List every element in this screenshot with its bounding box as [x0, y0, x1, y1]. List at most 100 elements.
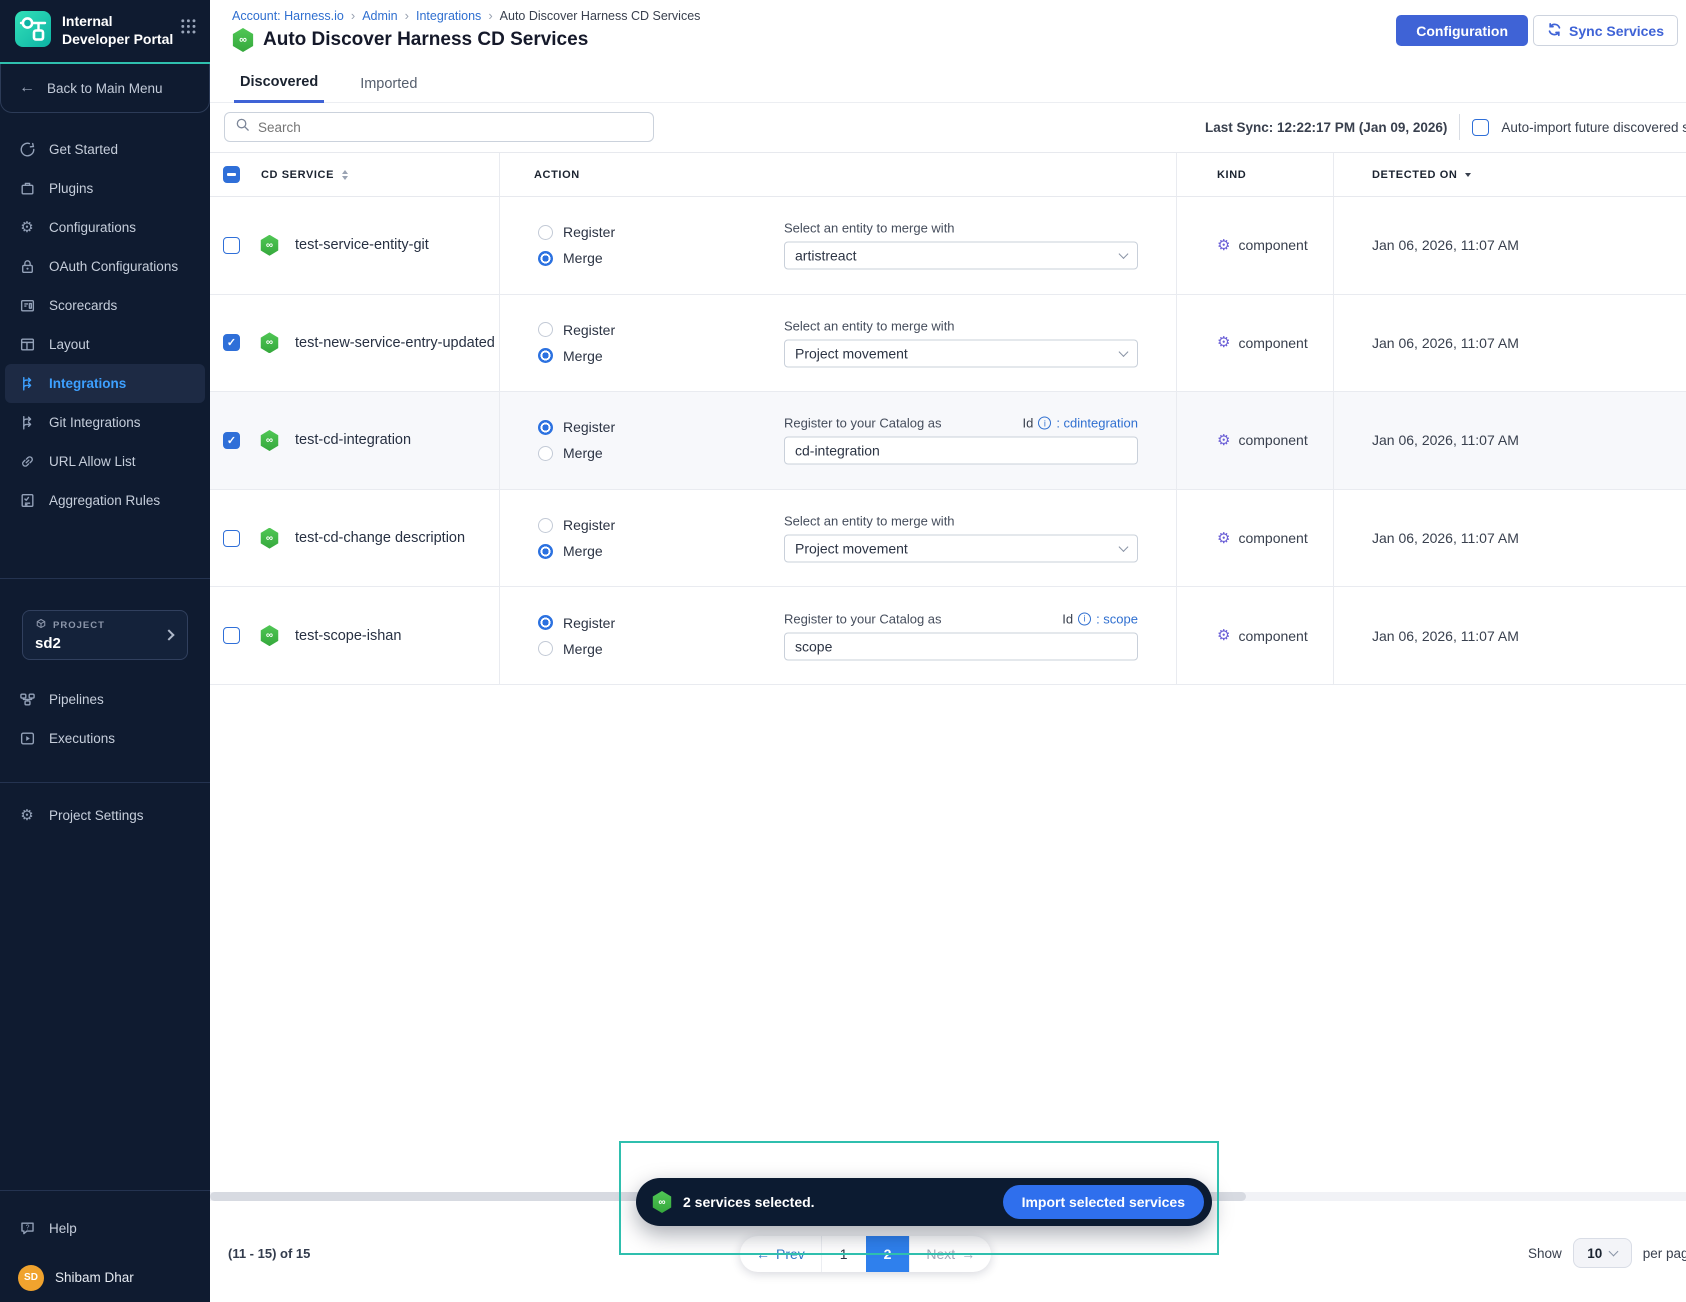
layout-icon — [18, 336, 36, 353]
configuration-button[interactable]: Configuration — [1396, 15, 1528, 46]
sidebar-item-integrations[interactable]: Integrations — [5, 364, 205, 403]
service-name: test-cd-integration — [295, 432, 411, 448]
merge-with-label: Select an entity to merge with — [784, 514, 1138, 529]
merge-radio[interactable] — [538, 641, 553, 656]
merge-radio-option[interactable]: Merge — [538, 440, 753, 466]
sort-icon[interactable] — [342, 170, 348, 180]
register-radio-option[interactable]: Register — [538, 512, 753, 538]
sidebar-item-pipelines[interactable]: Pipelines — [5, 680, 205, 719]
merge-entity-select[interactable]: artistreact — [784, 242, 1138, 270]
select-all-checkbox[interactable] — [223, 166, 240, 183]
sort-desc-icon[interactable] — [1465, 173, 1471, 177]
sidebar: Internal Developer Portal ← Back to Main… — [0, 0, 210, 1302]
merge-entity-select[interactable]: Project movement — [784, 535, 1138, 563]
project-label: PROJECT — [53, 620, 105, 631]
back-to-main-menu-button[interactable]: ← Back to Main Menu — [1, 64, 209, 112]
sidebar-item-oauth-configurations[interactable]: OAuth Configurations — [5, 247, 205, 286]
service-name: test-cd-change description — [295, 530, 465, 546]
merge-radio-option[interactable]: Merge — [538, 538, 753, 564]
breadcrumb-integrations-link[interactable]: Integrations — [416, 9, 481, 23]
page-size-select[interactable]: 10 — [1573, 1238, 1632, 1268]
col-cd-service[interactable]: CD SERVICE — [261, 169, 334, 181]
component-kind-icon: ⚙ — [1217, 628, 1230, 643]
tab-discovered[interactable]: Discovered — [234, 74, 324, 103]
breadcrumb-admin-link[interactable]: Admin — [362, 9, 397, 23]
row-checkbox[interactable] — [223, 530, 240, 547]
detected-on-value: Jan 06, 2026, 11:07 AM — [1333, 197, 1686, 294]
breadcrumb-account-link[interactable]: Account: Harness.io — [232, 9, 344, 23]
discovered-services-table: CD SERVICE ACTION KIND DETECTED ON ∞ tes… — [210, 152, 1686, 685]
row-checkbox[interactable]: ✓ — [223, 432, 240, 449]
svg-text:?: ? — [25, 1224, 29, 1231]
sidebar-item-git-integrations[interactable]: Git Integrations — [5, 403, 205, 442]
register-radio[interactable] — [538, 225, 553, 240]
sidebar-item-aggregation-rules[interactable]: Aggregation Rules — [5, 481, 205, 520]
sidebar-item-executions[interactable]: Executions — [5, 719, 205, 758]
register-radio-option[interactable]: Register — [538, 414, 753, 440]
page-1-button[interactable]: 1 — [821, 1236, 866, 1272]
row-checkbox[interactable] — [223, 627, 240, 644]
merge-radio-option[interactable]: Merge — [538, 636, 753, 662]
catalog-name-input[interactable]: cd-integration — [784, 437, 1138, 465]
kind-value: component — [1238, 335, 1307, 351]
user-menu[interactable]: SD Shibam Dhar — [5, 1258, 205, 1297]
last-sync-text: Last Sync: 12:22:17 PM (Jan 09, 2026) — [1205, 120, 1447, 135]
detected-on-value: Jan 06, 2026, 11:07 AM — [1333, 490, 1686, 587]
auto-import-checkbox[interactable] — [1472, 119, 1489, 136]
sidebar-settings-nav: ⚙ Project Settings — [0, 796, 210, 835]
breadcrumb: Account: Harness.io › Admin › Integratio… — [232, 8, 700, 23]
row-checkbox[interactable] — [223, 237, 240, 254]
sidebar-item-scorecards[interactable]: Scorecards — [5, 286, 205, 325]
register-radio-option[interactable]: Register — [538, 317, 753, 343]
sidebar-item-get-started[interactable]: Get Started — [5, 130, 205, 169]
register-radio[interactable] — [538, 420, 553, 435]
sidebar-nav: Get Started Plugins ⚙ Configurations OAu… — [0, 130, 210, 520]
sidebar-item-plugins[interactable]: Plugins — [5, 169, 205, 208]
page-2-button[interactable]: 2 — [866, 1236, 910, 1272]
arrow-right-icon: → — [961, 1246, 975, 1262]
register-radio[interactable] — [538, 322, 553, 337]
component-kind-icon: ⚙ — [1217, 238, 1230, 253]
service-name: test-new-service-entry-updated — [295, 335, 495, 351]
prev-page-button[interactable]: ← Prev — [740, 1236, 821, 1272]
search-input[interactable] — [258, 120, 643, 135]
configurations-icon: ⚙ — [18, 220, 36, 235]
sidebar-item-url-allow-list[interactable]: URL Allow List — [5, 442, 205, 481]
register-radio-option[interactable]: Register — [538, 610, 753, 636]
register-radio-option[interactable]: Register — [538, 219, 753, 245]
next-page-button[interactable]: Next → — [909, 1236, 991, 1272]
sidebar-item-project-settings[interactable]: ⚙ Project Settings — [5, 796, 205, 835]
main-content: Account: Harness.io › Admin › Integratio… — [210, 0, 1686, 1302]
id-link[interactable]: : scope — [1096, 611, 1138, 626]
merge-radio-option[interactable]: Merge — [538, 245, 753, 271]
merge-entity-select[interactable]: Project movement — [784, 339, 1138, 367]
kind-value: component — [1238, 628, 1307, 644]
register-radio[interactable] — [538, 518, 553, 533]
project-selector[interactable]: PROJECT sd2 — [22, 610, 188, 660]
row-checkbox[interactable]: ✓ — [223, 334, 240, 351]
sidebar-item-configurations[interactable]: ⚙ Configurations — [5, 208, 205, 247]
import-selected-services-button[interactable]: Import selected services — [1003, 1185, 1204, 1219]
catalog-name-input[interactable]: scope — [784, 632, 1138, 660]
auto-import-label: Auto-import future discovered services — [1501, 120, 1686, 135]
sidebar-item-layout[interactable]: Layout — [5, 325, 205, 364]
cd-service-icon: ∞ — [260, 235, 279, 256]
id-link[interactable]: : cdintegration — [1056, 416, 1138, 431]
merge-radio[interactable] — [538, 544, 553, 559]
col-detected-on[interactable]: DETECTED ON — [1372, 169, 1457, 181]
search-icon — [235, 117, 250, 137]
merge-radio[interactable] — [538, 446, 553, 461]
kind-value: component — [1238, 432, 1307, 448]
app-switcher-icon[interactable] — [180, 18, 196, 34]
merge-radio-option[interactable]: Merge — [538, 343, 753, 369]
sidebar-item-help[interactable]: ? Help — [5, 1209, 205, 1248]
project-name: sd2 — [35, 635, 175, 652]
merge-radio[interactable] — [538, 348, 553, 363]
sync-services-button[interactable]: Sync Services — [1533, 15, 1678, 46]
pagination: ← Prev 1 2 Next → — [740, 1236, 991, 1272]
page-title: Auto Discover Harness CD Services — [263, 29, 588, 51]
register-radio[interactable] — [538, 615, 553, 630]
table-row: ✓ ∞ test-cd-integration Register Merge R… — [210, 392, 1686, 490]
tab-imported[interactable]: Imported — [354, 76, 423, 102]
merge-radio[interactable] — [538, 251, 553, 266]
